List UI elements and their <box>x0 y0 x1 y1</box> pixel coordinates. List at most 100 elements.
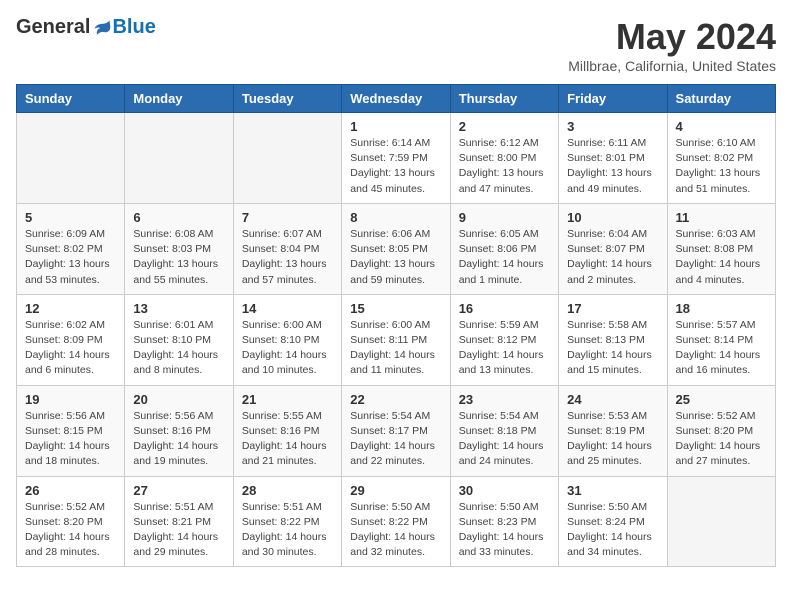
calendar-week-row: 12 Sunrise: 6:02 AMSunset: 8:09 PMDayligh… <box>17 294 776 385</box>
day-number: 12 <box>25 301 116 316</box>
day-info: Sunrise: 5:50 AMSunset: 8:24 PMDaylight:… <box>567 500 658 561</box>
calendar-week-row: 19Sunrise: 5:56 AMSunset: 8:15 PMDayligh… <box>17 385 776 476</box>
day-number: 14 <box>242 301 333 316</box>
header: General Blue May 2024 Millbrae, Californ… <box>16 16 776 74</box>
calendar-cell: 24 Sunrise: 5:53 AMSunset: 8:19 PMDayligh… <box>559 385 667 476</box>
calendar: SundayMondayTuesdayWednesdayThursdayFrid… <box>16 84 776 567</box>
day-number: 22 <box>350 392 441 407</box>
day-info: Sunrise: 5:54 AMSunset: 8:17 PMDaylight:… <box>350 409 441 470</box>
calendar-cell: 7Sunrise: 6:07 AMSunset: 8:04 PMDaylight… <box>233 203 341 294</box>
calendar-week-row: 5 Sunrise: 6:09 AMSunset: 8:02 PMDaylight… <box>17 203 776 294</box>
calendar-cell: 19Sunrise: 5:56 AMSunset: 8:15 PMDayligh… <box>17 385 125 476</box>
calendar-cell: 30 Sunrise: 5:50 AMSunset: 8:23 PMDayligh… <box>450 476 558 567</box>
day-number: 6 <box>133 210 224 225</box>
calendar-week-row: 26Sunrise: 5:52 AMSunset: 8:20 PMDayligh… <box>17 476 776 567</box>
day-number: 7 <box>242 210 333 225</box>
calendar-cell: 15 Sunrise: 6:00 AMSunset: 8:11 PMDayligh… <box>342 294 450 385</box>
day-number: 19 <box>25 392 116 407</box>
calendar-cell: 28 Sunrise: 5:51 AMSunset: 8:22 PMDayligh… <box>233 476 341 567</box>
calendar-header-row: SundayMondayTuesdayWednesdayThursdayFrid… <box>17 85 776 113</box>
day-info: Sunrise: 6:00 AMSunset: 8:11 PMDaylight:… <box>350 318 441 379</box>
calendar-cell: 26Sunrise: 5:52 AMSunset: 8:20 PMDayligh… <box>17 476 125 567</box>
day-info: Sunrise: 6:02 AMSunset: 8:09 PMDaylight:… <box>25 318 116 379</box>
day-number: 24 <box>567 392 658 407</box>
day-number: 15 <box>350 301 441 316</box>
day-number: 17 <box>567 301 658 316</box>
day-info: Sunrise: 5:50 AMSunset: 8:22 PMDaylight:… <box>350 500 441 561</box>
calendar-cell: 17Sunrise: 5:58 AMSunset: 8:13 PMDayligh… <box>559 294 667 385</box>
calendar-cell: 2Sunrise: 6:12 AMSunset: 8:00 PMDaylight… <box>450 113 558 204</box>
day-info: Sunrise: 5:53 AMSunset: 8:19 PMDaylight:… <box>567 409 658 470</box>
day-number: 20 <box>133 392 224 407</box>
weekday-header-saturday: Saturday <box>667 85 775 113</box>
weekday-header-monday: Monday <box>125 85 233 113</box>
day-number: 29 <box>350 483 441 498</box>
subtitle: Millbrae, California, United States <box>568 58 776 74</box>
calendar-cell: 31Sunrise: 5:50 AMSunset: 8:24 PMDayligh… <box>559 476 667 567</box>
calendar-week-row: 1Sunrise: 6:14 AMSunset: 7:59 PMDaylight… <box>17 113 776 204</box>
calendar-cell: 29 Sunrise: 5:50 AMSunset: 8:22 PMDayligh… <box>342 476 450 567</box>
day-number: 5 <box>25 210 116 225</box>
calendar-cell: 16Sunrise: 5:59 AMSunset: 8:12 PMDayligh… <box>450 294 558 385</box>
calendar-cell: 8Sunrise: 6:06 AMSunset: 8:05 PMDaylight… <box>342 203 450 294</box>
calendar-cell: 6Sunrise: 6:08 AMSunset: 8:03 PMDaylight… <box>125 203 233 294</box>
day-number: 3 <box>567 119 658 134</box>
calendar-cell: 5 Sunrise: 6:09 AMSunset: 8:02 PMDaylight… <box>17 203 125 294</box>
day-info: Sunrise: 6:03 AMSunset: 8:08 PMDaylight:… <box>676 227 767 288</box>
day-number: 13 <box>133 301 224 316</box>
day-info: Sunrise: 6:10 AMSunset: 8:02 PMDaylight:… <box>676 136 767 197</box>
day-info: Sunrise: 6:05 AMSunset: 8:06 PMDaylight:… <box>459 227 550 288</box>
day-number: 2 <box>459 119 550 134</box>
logo: General Blue <box>16 16 156 39</box>
day-number: 23 <box>459 392 550 407</box>
day-info: Sunrise: 6:01 AMSunset: 8:10 PMDaylight:… <box>133 318 224 379</box>
calendar-cell <box>125 113 233 204</box>
day-info: Sunrise: 5:54 AMSunset: 8:18 PMDaylight:… <box>459 409 550 470</box>
day-number: 18 <box>676 301 767 316</box>
calendar-cell: 1Sunrise: 6:14 AMSunset: 7:59 PMDaylight… <box>342 113 450 204</box>
calendar-cell: 20Sunrise: 5:56 AMSunset: 8:16 PMDayligh… <box>125 385 233 476</box>
calendar-cell: 22 Sunrise: 5:54 AMSunset: 8:17 PMDayligh… <box>342 385 450 476</box>
day-number: 28 <box>242 483 333 498</box>
day-number: 9 <box>459 210 550 225</box>
day-info: Sunrise: 5:51 AMSunset: 8:21 PMDaylight:… <box>133 500 224 561</box>
weekday-header-thursday: Thursday <box>450 85 558 113</box>
calendar-cell <box>233 113 341 204</box>
calendar-cell <box>17 113 125 204</box>
day-number: 30 <box>459 483 550 498</box>
calendar-cell: 11 Sunrise: 6:03 AMSunset: 8:08 PMDayligh… <box>667 203 775 294</box>
day-info: Sunrise: 6:14 AMSunset: 7:59 PMDaylight:… <box>350 136 441 197</box>
day-info: Sunrise: 6:04 AMSunset: 8:07 PMDaylight:… <box>567 227 658 288</box>
calendar-cell: 23 Sunrise: 5:54 AMSunset: 8:18 PMDayligh… <box>450 385 558 476</box>
weekday-header-tuesday: Tuesday <box>233 85 341 113</box>
weekday-header-wednesday: Wednesday <box>342 85 450 113</box>
logo-blue: Blue <box>112 16 155 39</box>
calendar-cell: 13 Sunrise: 6:01 AMSunset: 8:10 PMDayligh… <box>125 294 233 385</box>
day-info: Sunrise: 6:11 AMSunset: 8:01 PMDaylight:… <box>567 136 658 197</box>
day-info: Sunrise: 6:06 AMSunset: 8:05 PMDaylight:… <box>350 227 441 288</box>
day-number: 21 <box>242 392 333 407</box>
calendar-cell: 27 Sunrise: 5:51 AMSunset: 8:21 PMDayligh… <box>125 476 233 567</box>
day-info: Sunrise: 6:09 AMSunset: 8:02 PMDaylight:… <box>25 227 116 288</box>
calendar-cell: 9 Sunrise: 6:05 AMSunset: 8:06 PMDaylight… <box>450 203 558 294</box>
day-number: 4 <box>676 119 767 134</box>
calendar-cell: 4 Sunrise: 6:10 AMSunset: 8:02 PMDaylight… <box>667 113 775 204</box>
day-info: Sunrise: 5:51 AMSunset: 8:22 PMDaylight:… <box>242 500 333 561</box>
day-info: Sunrise: 5:59 AMSunset: 8:12 PMDaylight:… <box>459 318 550 379</box>
day-number: 10 <box>567 210 658 225</box>
day-info: Sunrise: 5:57 AMSunset: 8:14 PMDaylight:… <box>676 318 767 379</box>
day-number: 11 <box>676 210 767 225</box>
day-number: 26 <box>25 483 116 498</box>
day-info: Sunrise: 6:00 AMSunset: 8:10 PMDaylight:… <box>242 318 333 379</box>
day-info: Sunrise: 5:50 AMSunset: 8:23 PMDaylight:… <box>459 500 550 561</box>
calendar-cell: 12 Sunrise: 6:02 AMSunset: 8:09 PMDayligh… <box>17 294 125 385</box>
calendar-cell <box>667 476 775 567</box>
weekday-header-sunday: Sunday <box>17 85 125 113</box>
day-number: 27 <box>133 483 224 498</box>
weekday-header-friday: Friday <box>559 85 667 113</box>
title-area: May 2024 Millbrae, California, United St… <box>568 16 776 74</box>
calendar-cell: 18 Sunrise: 5:57 AMSunset: 8:14 PMDayligh… <box>667 294 775 385</box>
calendar-cell: 3 Sunrise: 6:11 AMSunset: 8:01 PMDaylight… <box>559 113 667 204</box>
calendar-cell: 14 Sunrise: 6:00 AMSunset: 8:10 PMDayligh… <box>233 294 341 385</box>
day-info: Sunrise: 5:52 AMSunset: 8:20 PMDaylight:… <box>676 409 767 470</box>
